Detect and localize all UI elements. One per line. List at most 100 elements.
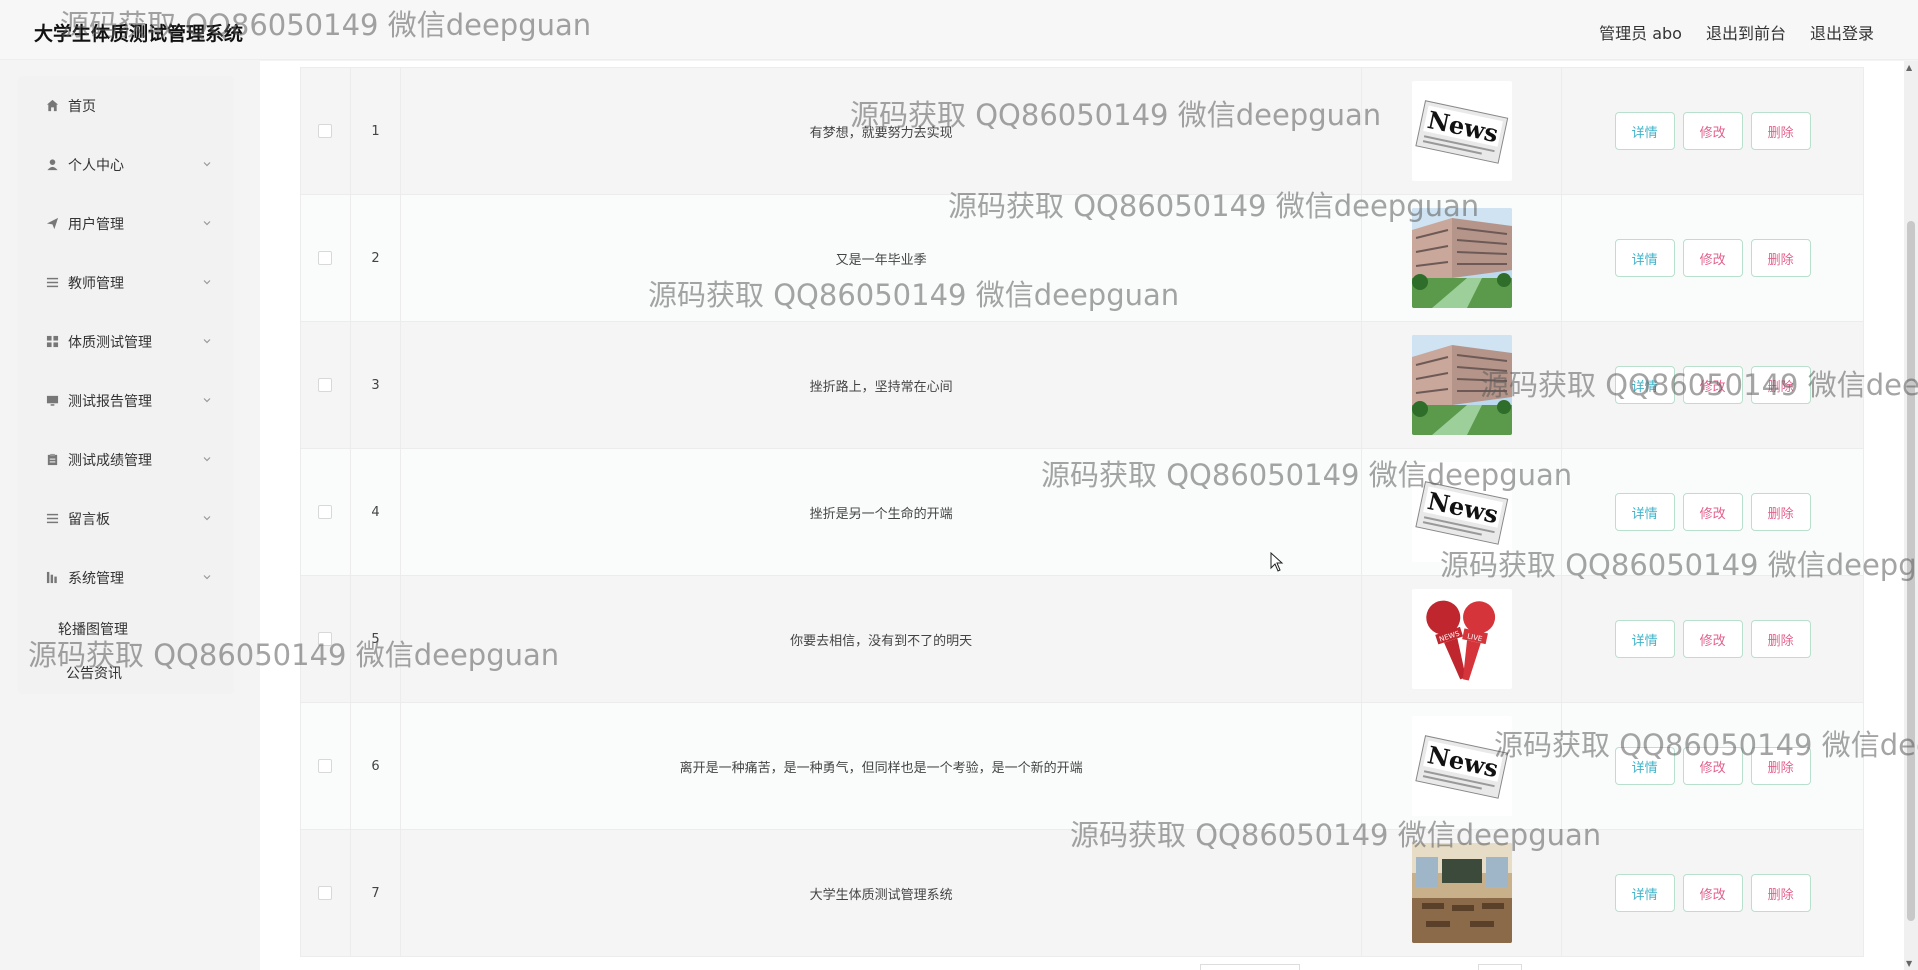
edit-button[interactable]: 修改 <box>1682 874 1743 912</box>
row-index: 2 <box>351 195 401 321</box>
top-header: 大学生体质测试管理系统 管理员 abo 退出到前台 退出登录 <box>0 0 1918 60</box>
row-actions: 详情 修改 删除 <box>1562 830 1865 956</box>
sidebar-item-test-score-management[interactable]: 测试成绩管理 <box>18 430 234 489</box>
sidebar-item-fitness-test-management[interactable]: 体质测试管理 <box>18 312 234 371</box>
row-title: 挫折路上，坚持常在心间 <box>401 322 1363 448</box>
logout-link[interactable]: 退出登录 <box>1810 20 1874 44</box>
row-checkbox[interactable] <box>318 378 333 392</box>
row-image-cell <box>1362 195 1563 321</box>
delete-button[interactable]: 删除 <box>1750 620 1811 658</box>
chevron-down-icon <box>202 275 212 291</box>
delete-button[interactable]: 删除 <box>1750 239 1811 277</box>
row-checkbox[interactable] <box>318 632 333 646</box>
list-icon <box>45 276 59 290</box>
header-links: 管理员 abo 退出到前台 退出登录 <box>1599 20 1874 44</box>
sidebar-item-label: 用户管理 <box>68 216 124 233</box>
scroll-thumb[interactable] <box>1907 221 1915 921</box>
edit-button[interactable]: 修改 <box>1682 239 1743 277</box>
edit-button[interactable]: 修改 <box>1682 493 1743 531</box>
detail-button[interactable]: 详情 <box>1614 874 1675 912</box>
row-title: 有梦想，就要努力去实现 <box>401 68 1363 194</box>
detail-button[interactable]: 详情 <box>1614 366 1675 404</box>
row-image-cell <box>1362 830 1563 956</box>
edit-button[interactable]: 修改 <box>1682 747 1743 785</box>
row-image-cell: News <box>1362 449 1563 575</box>
row-index: 6 <box>351 703 401 829</box>
sidebar-subitem-announcements[interactable]: 公告资讯 <box>18 651 234 695</box>
main-content: 1 有梦想，就要努力去实现 News 详情 修改 删除 2 又是一年毕业季 详情 修改 删除 3 挫折路… <box>260 61 1918 970</box>
detail-button[interactable]: 详情 <box>1614 747 1675 785</box>
edit-button[interactable]: 修改 <box>1682 112 1743 150</box>
row-checkbox[interactable] <box>318 505 333 519</box>
row-actions: 详情 修改 删除 <box>1562 195 1865 321</box>
scroll-down-arrow-icon[interactable]: ▼ <box>1906 959 1912 968</box>
row-checkbox[interactable] <box>318 886 333 900</box>
sidebar: 首页 个人中心 用户管理 教师管理 体质测试管理 测试报告管理 测试成绩管理 留… <box>18 76 234 694</box>
sidebar-item-teacher-management[interactable]: 教师管理 <box>18 253 234 312</box>
delete-button[interactable]: 删除 <box>1750 112 1811 150</box>
row-checkbox[interactable] <box>318 759 333 773</box>
scroll-up-arrow-icon[interactable]: ▲ <box>1906 63 1912 72</box>
news-table: 1 有梦想，就要努力去实现 News 详情 修改 删除 2 又是一年毕业季 详情 修改 删除 3 挫折路… <box>300 67 1865 957</box>
campus-image <box>1411 208 1512 308</box>
edit-button[interactable]: 修改 <box>1682 366 1743 404</box>
row-index: 7 <box>351 830 401 956</box>
news-image: News <box>1411 462 1512 562</box>
chevron-down-icon <box>202 452 212 468</box>
monitor-icon <box>45 394 59 408</box>
sidebar-item-personal-center[interactable]: 个人中心 <box>18 135 234 194</box>
chevron-down-icon <box>202 216 212 232</box>
news-image: News <box>1411 81 1512 181</box>
row-title: 又是一年毕业季 <box>401 195 1363 321</box>
row-actions: 详情 修改 删除 <box>1562 322 1865 448</box>
clipboard-icon <box>45 453 59 467</box>
news-image: News <box>1411 716 1512 816</box>
mouse-cursor-icon <box>1270 551 1284 576</box>
pagination-page-size[interactable] <box>1478 964 1522 970</box>
row-image-cell: NEWS LIVE <box>1362 576 1563 702</box>
detail-button[interactable]: 详情 <box>1614 493 1675 531</box>
user-icon <box>45 158 59 172</box>
vertical-scrollbar[interactable]: ▲ ▼ <box>1904 61 1918 970</box>
row-checkbox[interactable] <box>318 251 333 265</box>
row-checkbox-cell <box>301 830 351 956</box>
row-actions: 详情 修改 删除 <box>1562 68 1865 194</box>
sidebar-item-test-report-management[interactable]: 测试报告管理 <box>18 371 234 430</box>
row-index: 3 <box>351 322 401 448</box>
home-icon <box>45 99 59 113</box>
delete-button[interactable]: 删除 <box>1750 366 1811 404</box>
table-row: 3 挫折路上，坚持常在心间 详情 修改 删除 <box>301 322 1865 449</box>
sidebar-item-label: 测试成绩管理 <box>68 452 152 469</box>
table-row: 1 有梦想，就要努力去实现 News 详情 修改 删除 <box>301 68 1865 195</box>
row-actions: 详情 修改 删除 <box>1562 449 1865 575</box>
edit-button[interactable]: 修改 <box>1682 620 1743 658</box>
delete-button[interactable]: 删除 <box>1750 874 1811 912</box>
detail-button[interactable]: 详情 <box>1614 239 1675 277</box>
row-title: 你要去相信，没有到不了的明天 <box>401 576 1363 702</box>
back-to-frontend-link[interactable]: 退出到前台 <box>1706 20 1786 44</box>
send-icon <box>45 217 59 231</box>
table-row: 6 离开是一种痛苦，是一种勇气，但同样也是一个考验，是一个新的开端 News 详情 修改… <box>301 703 1865 830</box>
delete-button[interactable]: 删除 <box>1750 493 1811 531</box>
row-actions: 详情 修改 删除 <box>1562 703 1865 829</box>
admin-user-link[interactable]: 管理员 abo <box>1599 20 1682 44</box>
sidebar-item-home[interactable]: 首页 <box>18 76 234 135</box>
detail-button[interactable]: 详情 <box>1614 620 1675 658</box>
sidebar-item-label: 系统管理 <box>68 570 124 587</box>
sidebar-subitem-carousel[interactable]: 轮播图管理 <box>18 607 234 651</box>
chevron-down-icon <box>202 334 212 350</box>
detail-button[interactable]: 详情 <box>1614 112 1675 150</box>
table-row: 7 大学生体质测试管理系统 详情 修改 删除 <box>301 830 1865 957</box>
app-title: 大学生体质测试管理系统 <box>34 23 244 45</box>
row-actions: 详情 修改 删除 <box>1562 576 1865 702</box>
pagination-input[interactable] <box>1200 964 1300 970</box>
sidebar-item-system-management[interactable]: 系统管理 <box>18 548 234 607</box>
row-image-cell: News <box>1362 68 1563 194</box>
sidebar-item-message-board[interactable]: 留言板 <box>18 489 234 548</box>
row-checkbox[interactable] <box>318 124 333 138</box>
sidebar-item-user-management[interactable]: 用户管理 <box>18 194 234 253</box>
row-index: 4 <box>351 449 401 575</box>
delete-button[interactable]: 删除 <box>1750 747 1811 785</box>
row-title: 离开是一种痛苦，是一种勇气，但同样也是一个考验，是一个新的开端 <box>401 703 1363 829</box>
row-index: 5 <box>351 576 401 702</box>
